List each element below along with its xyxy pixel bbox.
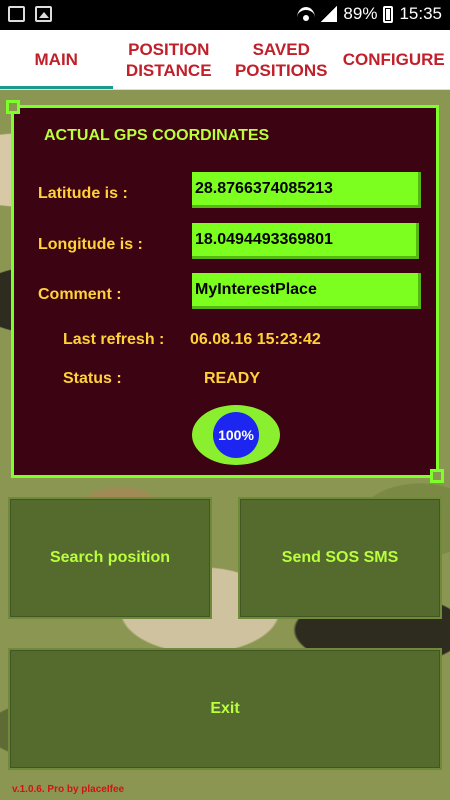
tab-position-distance[interactable]: POSITION DISTANCE [113,30,226,89]
battery-percent: 89% [343,4,378,23]
comment-label: Comment : [38,286,122,303]
tab-label: MAIN [34,50,78,69]
signal-icon [321,6,338,22]
clock: 15:35 [399,4,442,23]
tab-saved-positions[interactable]: SAVED POSITIONS [225,30,338,89]
image-icon [35,6,52,22]
comment-field[interactable]: MyInterestPlace [192,273,421,309]
last-refresh-value: 06.08.16 15:23:42 [190,331,321,348]
panel-corner [6,100,20,114]
latitude-label: Latitude is : [38,185,128,202]
last-refresh-label: Last refresh : [63,331,165,348]
status-value: READY [204,370,261,387]
exit-button[interactable]: Exit [8,648,442,770]
tab-configure[interactable]: CONFIGURE [338,30,450,89]
tab-bar: MAIN POSITION DISTANCE SAVED POSITIONS C… [0,30,450,90]
panel-title: ACTUAL GPS COORDINATES [44,127,270,144]
panel-corner [430,469,444,483]
longitude-field[interactable]: 18.0494493369801 [192,223,419,259]
wifi-icon [297,7,316,21]
tab-label: CONFIGURE [342,50,445,69]
longitude-label: Longitude is : [38,236,143,253]
version-label: v.1.0.6. Pro by placeIfee [12,784,125,795]
tab-main[interactable]: MAIN [0,30,113,89]
tab-label: DISTANCE [125,60,212,80]
progress-indicator: 100% [192,405,280,465]
search-position-button[interactable]: Search position [8,497,212,619]
notification-icon [8,6,25,22]
latitude-field[interactable]: 28.8766374085213 [192,172,421,208]
tab-label: SAVED [252,39,310,59]
battery-icon [383,5,394,23]
tab-label: POSITION [128,39,210,59]
progress-value: 100% [213,412,259,458]
status-label: Status : [63,370,122,387]
gps-panel: ACTUAL GPS COORDINATES Latitude is : 28.… [6,100,444,483]
send-sos-button[interactable]: Send SOS SMS [238,497,442,619]
tab-label: POSITIONS [234,60,328,80]
status-bar: 89% 15:35 [0,0,450,30]
